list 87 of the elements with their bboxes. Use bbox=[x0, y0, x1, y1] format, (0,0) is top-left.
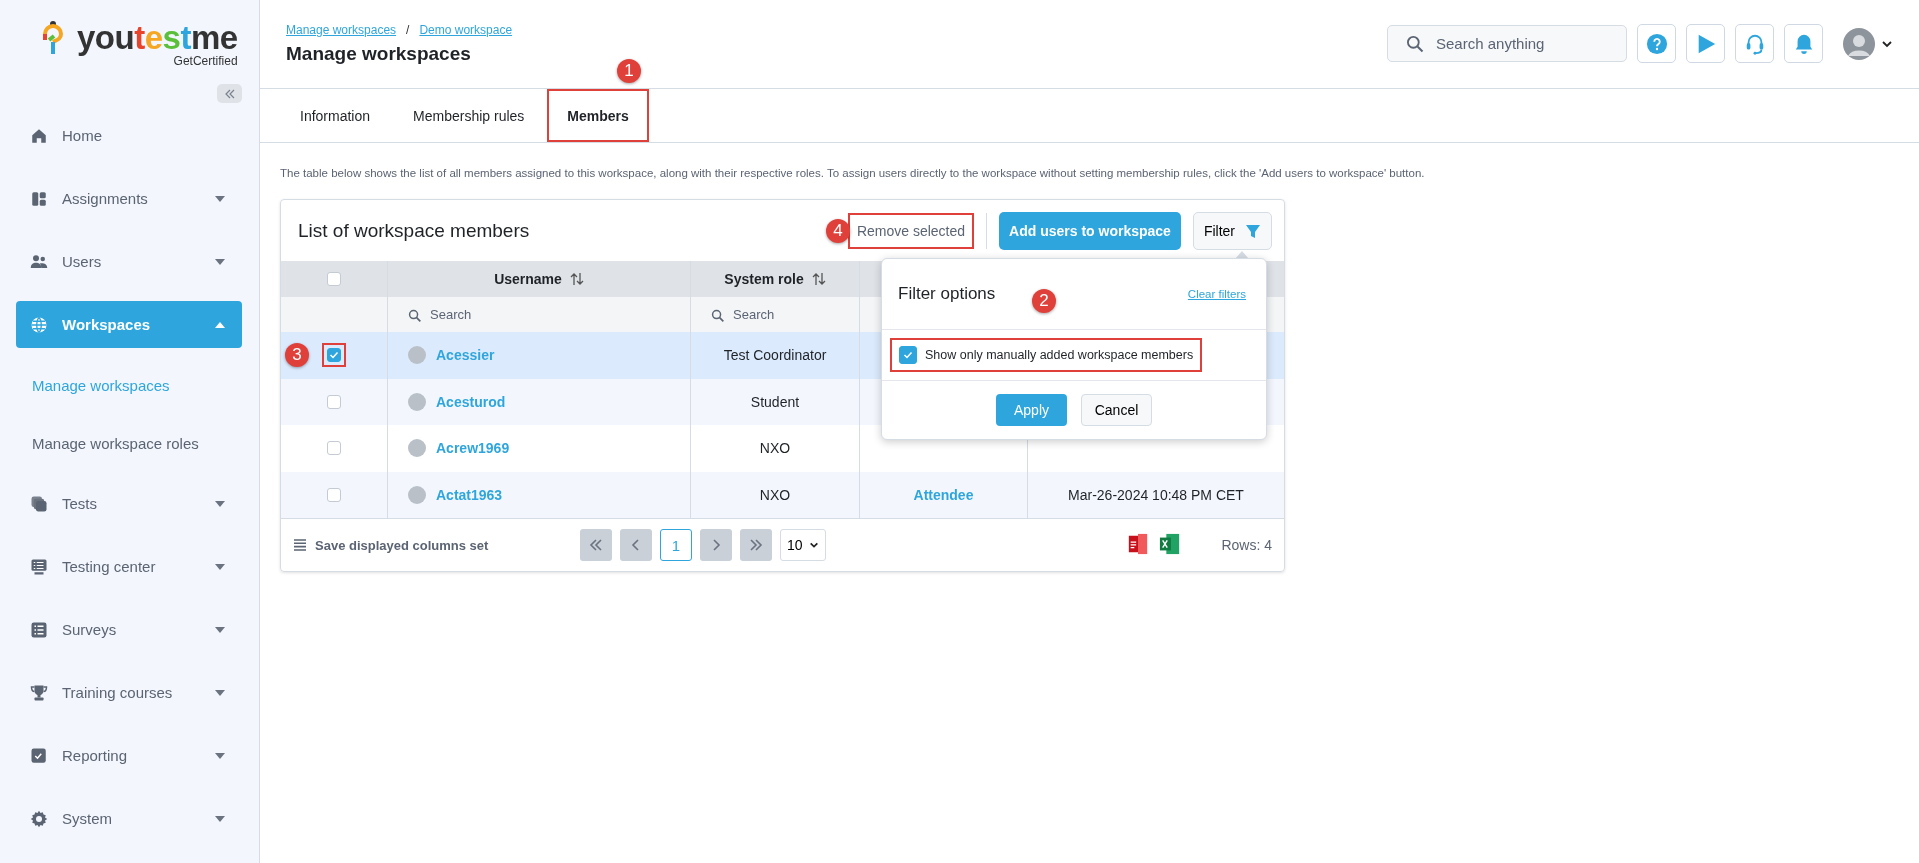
table-cell: Test Coordinator bbox=[723, 347, 827, 364]
first-page-button[interactable] bbox=[580, 529, 612, 561]
user-avatar bbox=[1843, 27, 1875, 60]
user-avatar bbox=[408, 346, 426, 365]
sort-icon bbox=[569, 272, 584, 286]
double-chevron-left-icon bbox=[589, 538, 603, 552]
select-all-checkbox[interactable] bbox=[327, 272, 341, 286]
remove-selected-button[interactable]: Remove selected bbox=[849, 214, 973, 247]
table-cell: NXO bbox=[759, 440, 791, 457]
checkbox[interactable] bbox=[899, 346, 917, 364]
last-page-button[interactable] bbox=[740, 529, 772, 561]
dashboard-icon bbox=[30, 189, 48, 208]
support-button[interactable] bbox=[1735, 24, 1774, 63]
double-chevron-right-icon bbox=[749, 538, 763, 552]
sidebar-item[interactable]: Surveys bbox=[16, 606, 242, 653]
gear-icon bbox=[30, 809, 48, 828]
filter-icon bbox=[1245, 222, 1261, 239]
sort-icon bbox=[811, 272, 826, 286]
chevron-down-icon bbox=[808, 540, 819, 550]
sidebar-item[interactable]: Home bbox=[16, 112, 242, 159]
tab[interactable]: Information bbox=[280, 89, 391, 142]
logo-wordmark: youtestme bbox=[77, 20, 238, 56]
user-avatar bbox=[408, 439, 426, 458]
search-icon bbox=[1405, 34, 1425, 54]
checkmark-icon bbox=[329, 350, 339, 361]
table-row[interactable]: Actat1963 NXO Attendee Mar-26-2024 10:48 PM CET bbox=[281, 471, 1284, 518]
rows-count: Rows: 4 bbox=[1221, 537, 1272, 553]
sidebar-item[interactable]: Testing center bbox=[16, 543, 242, 590]
cancel-button[interactable]: Cancel bbox=[1081, 394, 1152, 426]
double-chevron-left-icon bbox=[223, 87, 236, 100]
table-cell: Student bbox=[750, 393, 800, 410]
row-checkbox[interactable] bbox=[327, 348, 341, 363]
user-avatar bbox=[408, 392, 426, 411]
popup-title: Filter options bbox=[898, 284, 996, 304]
row-checkbox[interactable] bbox=[327, 487, 341, 502]
column-search-field[interactable]: Search bbox=[711, 305, 873, 324]
page-size-dropdown[interactable]: 10 bbox=[780, 529, 826, 561]
column-header[interactable]: Username bbox=[494, 271, 584, 287]
tab[interactable]: Members bbox=[547, 89, 649, 142]
list-icon bbox=[30, 620, 48, 639]
step-number-badge: 1 bbox=[617, 59, 641, 83]
trophy-icon bbox=[30, 683, 48, 702]
description-text: The table below shows the list of all members assigned to this workspace, along with their respective roles. To assign users directly to the workspace without setting membership rules, click the 'Add users to workspace' button. bbox=[280, 167, 1426, 179]
stack-icon bbox=[30, 494, 48, 513]
row-checkbox[interactable] bbox=[327, 394, 341, 409]
sidebar-item[interactable]: Reporting bbox=[16, 732, 242, 779]
sidebar-item[interactable]: Tests bbox=[16, 480, 242, 527]
user-menu-button[interactable] bbox=[1843, 27, 1893, 60]
table-cell: Mar-26-2024 10:48 PM CET bbox=[1068, 486, 1244, 503]
user-avatar bbox=[408, 485, 426, 504]
column-header[interactable]: System role bbox=[724, 271, 826, 287]
next-page-button[interactable] bbox=[700, 529, 732, 561]
step-number-badge: 4 bbox=[826, 219, 850, 243]
sidebar-item[interactable]: Users bbox=[16, 238, 242, 285]
row-checkbox[interactable] bbox=[327, 441, 341, 456]
globe-icon bbox=[30, 315, 48, 334]
page-title: Manage workspaces bbox=[286, 43, 472, 65]
play-button[interactable] bbox=[1686, 24, 1725, 63]
spreadsheet-icon bbox=[1159, 532, 1182, 555]
previous-page-button[interactable] bbox=[620, 529, 652, 561]
sidebar-item[interactable]: Training courses bbox=[16, 669, 242, 716]
filter-option[interactable]: Show only manually added workspace members bbox=[892, 340, 1201, 370]
users-icon bbox=[30, 252, 48, 271]
notifications-button[interactable] bbox=[1784, 24, 1823, 63]
breadcrumb-separator: / bbox=[406, 23, 410, 37]
search-field[interactable]: Search anything bbox=[1387, 25, 1627, 62]
monitor-icon bbox=[30, 557, 48, 576]
tab[interactable]: Membership rules bbox=[393, 89, 545, 142]
checkmark-icon bbox=[903, 350, 913, 360]
help-button[interactable] bbox=[1637, 24, 1676, 63]
sidebar-item[interactable]: Assignments bbox=[16, 175, 242, 222]
search-icon bbox=[711, 309, 724, 322]
pdf-file-icon bbox=[1127, 532, 1150, 555]
search-icon bbox=[408, 309, 421, 322]
collapse-sidebar-button[interactable] bbox=[217, 84, 242, 103]
step-number-badge: 2 bbox=[1032, 289, 1056, 313]
checkbox-icon bbox=[30, 746, 48, 765]
logo-tagline: GetCertified bbox=[172, 54, 238, 68]
sidebar-item[interactable]: System bbox=[16, 795, 242, 842]
table-cell: NXO bbox=[759, 486, 791, 503]
column-search-field[interactable]: Search bbox=[408, 305, 570, 324]
save-columns-button[interactable]: Save displayed columns set bbox=[293, 537, 489, 553]
help-icon bbox=[1645, 32, 1668, 55]
list-lines-icon bbox=[293, 538, 307, 552]
card-title: List of workspace members bbox=[298, 219, 531, 242]
filter-button[interactable]: Filter bbox=[1192, 211, 1272, 250]
sidebar-subitem[interactable]: Manage workspace roles bbox=[16, 422, 242, 464]
